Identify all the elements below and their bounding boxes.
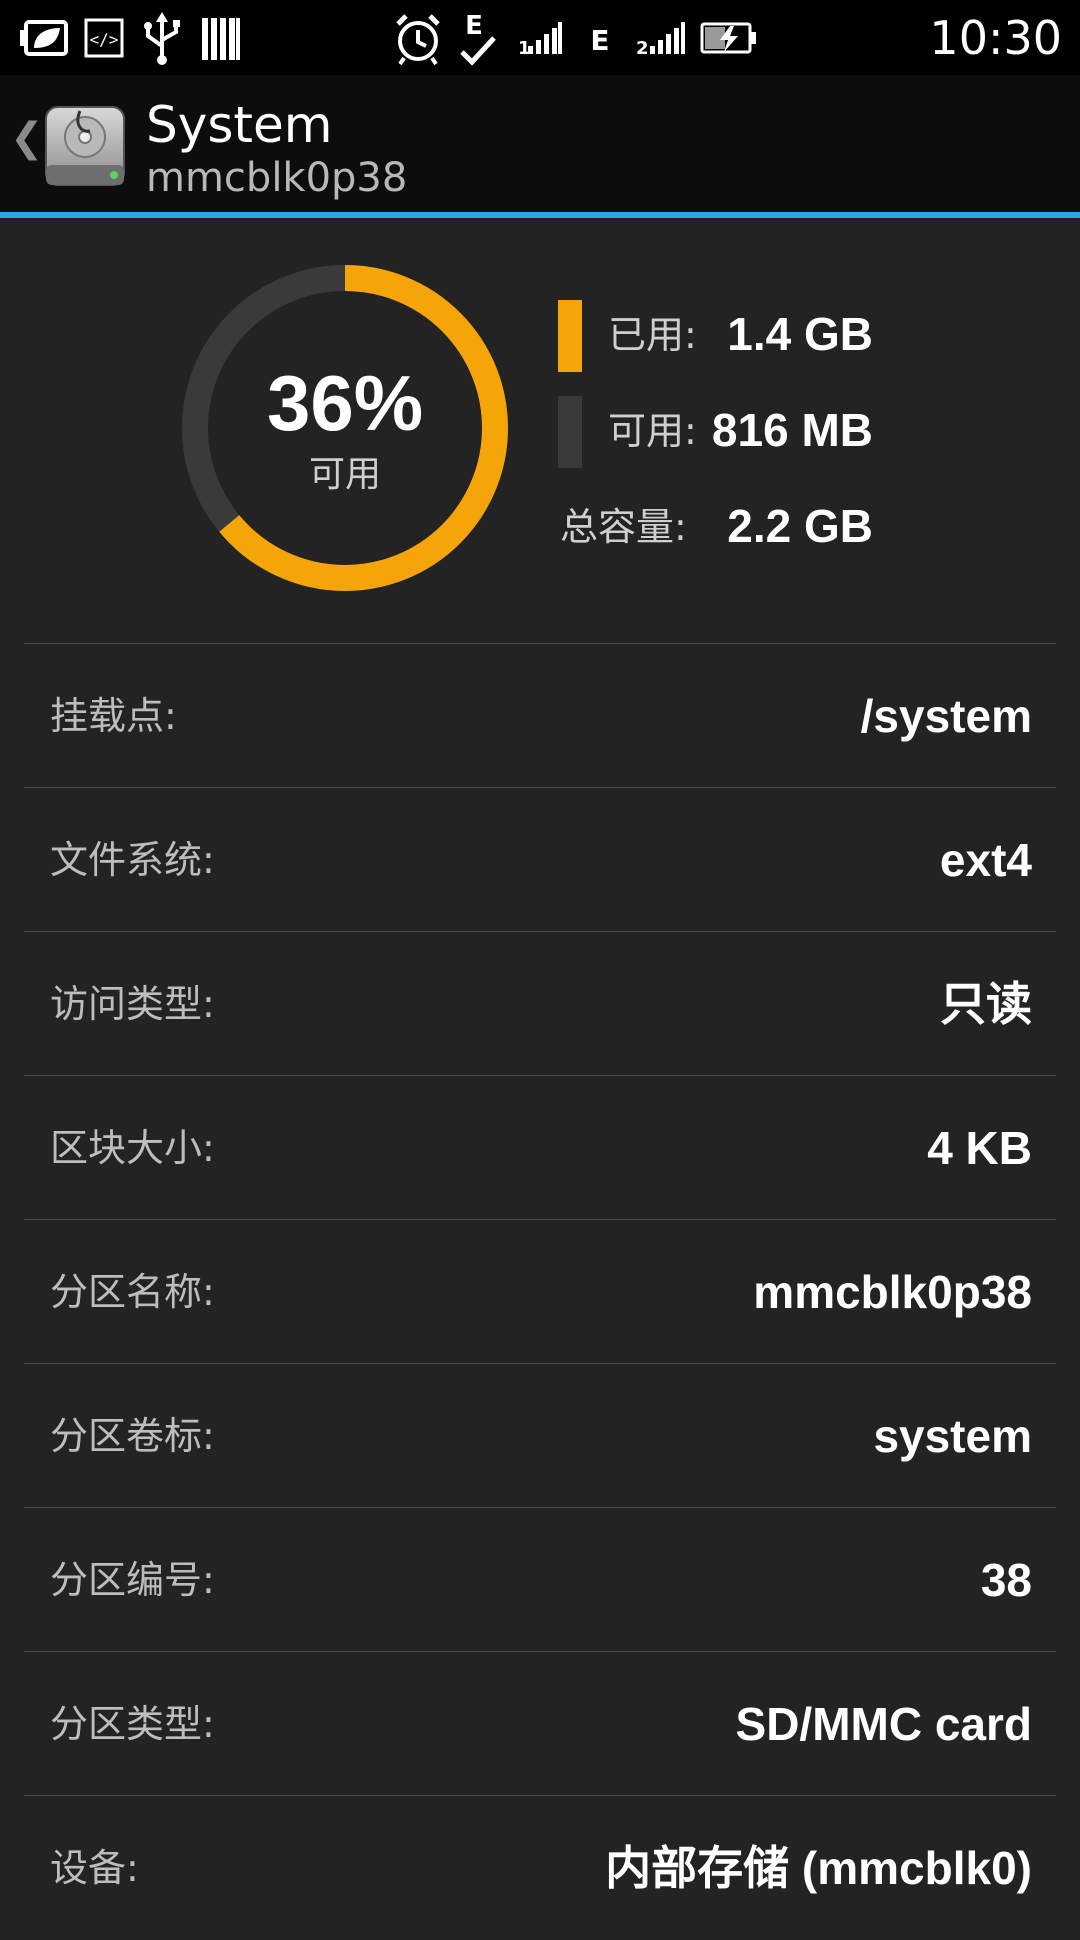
total-value: 2.2 GB (727, 500, 873, 552)
barcode-icon (200, 8, 242, 68)
row-label: 分区名称: (50, 1270, 215, 1314)
eco-battery-icon (20, 8, 72, 68)
detail-row-block-size[interactable]: 区块大小: 4 KB (24, 1075, 1056, 1219)
edge-check-icon: E (458, 8, 498, 68)
battery-charging-icon (700, 8, 758, 68)
detail-row-partition-name[interactable]: 分区名称: mmcblk0p38 (24, 1219, 1056, 1363)
svg-text:E: E (465, 11, 483, 41)
row-label: 分区卷标: (50, 1414, 215, 1458)
total-label: 总容量: (560, 505, 687, 549)
row-value: 内部存储 (mmcblk0) (605, 1842, 1032, 1894)
row-value: 38 (980, 1554, 1032, 1606)
alarm-icon (392, 8, 444, 68)
svg-text:2: 2 (636, 38, 649, 59)
row-label: 区块大小: (50, 1126, 215, 1170)
partition-details: 挂载点: /system 文件系统: ext4 访问类型: 只读 区块大小: 4… (24, 643, 1056, 1939)
action-bar[interactable]: ❮ System mmcblk0p38 (0, 75, 1080, 212)
free-percent-label: 可用 (308, 454, 381, 495)
used-label: 已用: (608, 313, 697, 357)
detail-row-filesystem[interactable]: 文件系统: ext4 (24, 787, 1056, 931)
usb-icon (140, 8, 184, 68)
row-label: 分区类型: (50, 1702, 215, 1746)
row-value: /system (860, 690, 1032, 742)
detail-row-device[interactable]: 设备: 内部存储 (mmcblk0) (24, 1795, 1056, 1939)
row-label: 挂载点: (50, 694, 177, 738)
row-label: 访问类型: (50, 982, 215, 1026)
free-swatch (558, 396, 582, 468)
row-label: 设备: (50, 1846, 139, 1890)
detail-row-partition-label[interactable]: 分区卷标: system (24, 1363, 1056, 1507)
code-icon: </> (84, 8, 124, 68)
row-value: 只读 (940, 978, 1032, 1030)
row-value: SD/MMC card (735, 1698, 1032, 1750)
svg-text:</>: </> (90, 30, 119, 49)
row-label: 文件系统: (50, 838, 215, 882)
used-value: 1.4 GB (727, 308, 873, 360)
back-chevron-icon[interactable]: ❮ (10, 115, 44, 161)
status-time: 10:30 (929, 11, 1062, 65)
free-value: 816 MB (711, 404, 873, 456)
svg-text:E: E (590, 24, 609, 57)
detail-row-access-type[interactable]: 访问类型: 只读 (24, 931, 1056, 1075)
page-title: System (146, 96, 333, 154)
free-percent: 36% (266, 359, 424, 447)
signal-2-icon: 2 (634, 8, 686, 68)
status-bar: </> E 1 E 2 10:30 (0, 0, 1080, 75)
storage-summary: 36% 可用 已用: 1.4 GB 可用: 816 MB 总容量: 2.2 GB (0, 218, 1080, 644)
used-swatch (558, 300, 582, 372)
page-subtitle: mmcblk0p38 (146, 155, 408, 201)
row-value: mmcblk0p38 (753, 1266, 1032, 1318)
row-value: ext4 (939, 834, 1032, 886)
detail-row-mount-point[interactable]: 挂载点: /system (24, 643, 1056, 787)
detail-row-partition-number[interactable]: 分区编号: 38 (24, 1507, 1056, 1651)
disk-utility-icon[interactable] (42, 103, 128, 189)
free-label: 可用: (608, 409, 697, 453)
row-value: system (873, 1410, 1032, 1462)
edge-icon: E (586, 8, 614, 68)
signal-1-icon: 1 (514, 8, 564, 68)
detail-row-partition-type[interactable]: 分区类型: SD/MMC card (24, 1651, 1056, 1795)
row-value: 4 KB (927, 1122, 1032, 1174)
row-label: 分区编号: (50, 1558, 215, 1602)
